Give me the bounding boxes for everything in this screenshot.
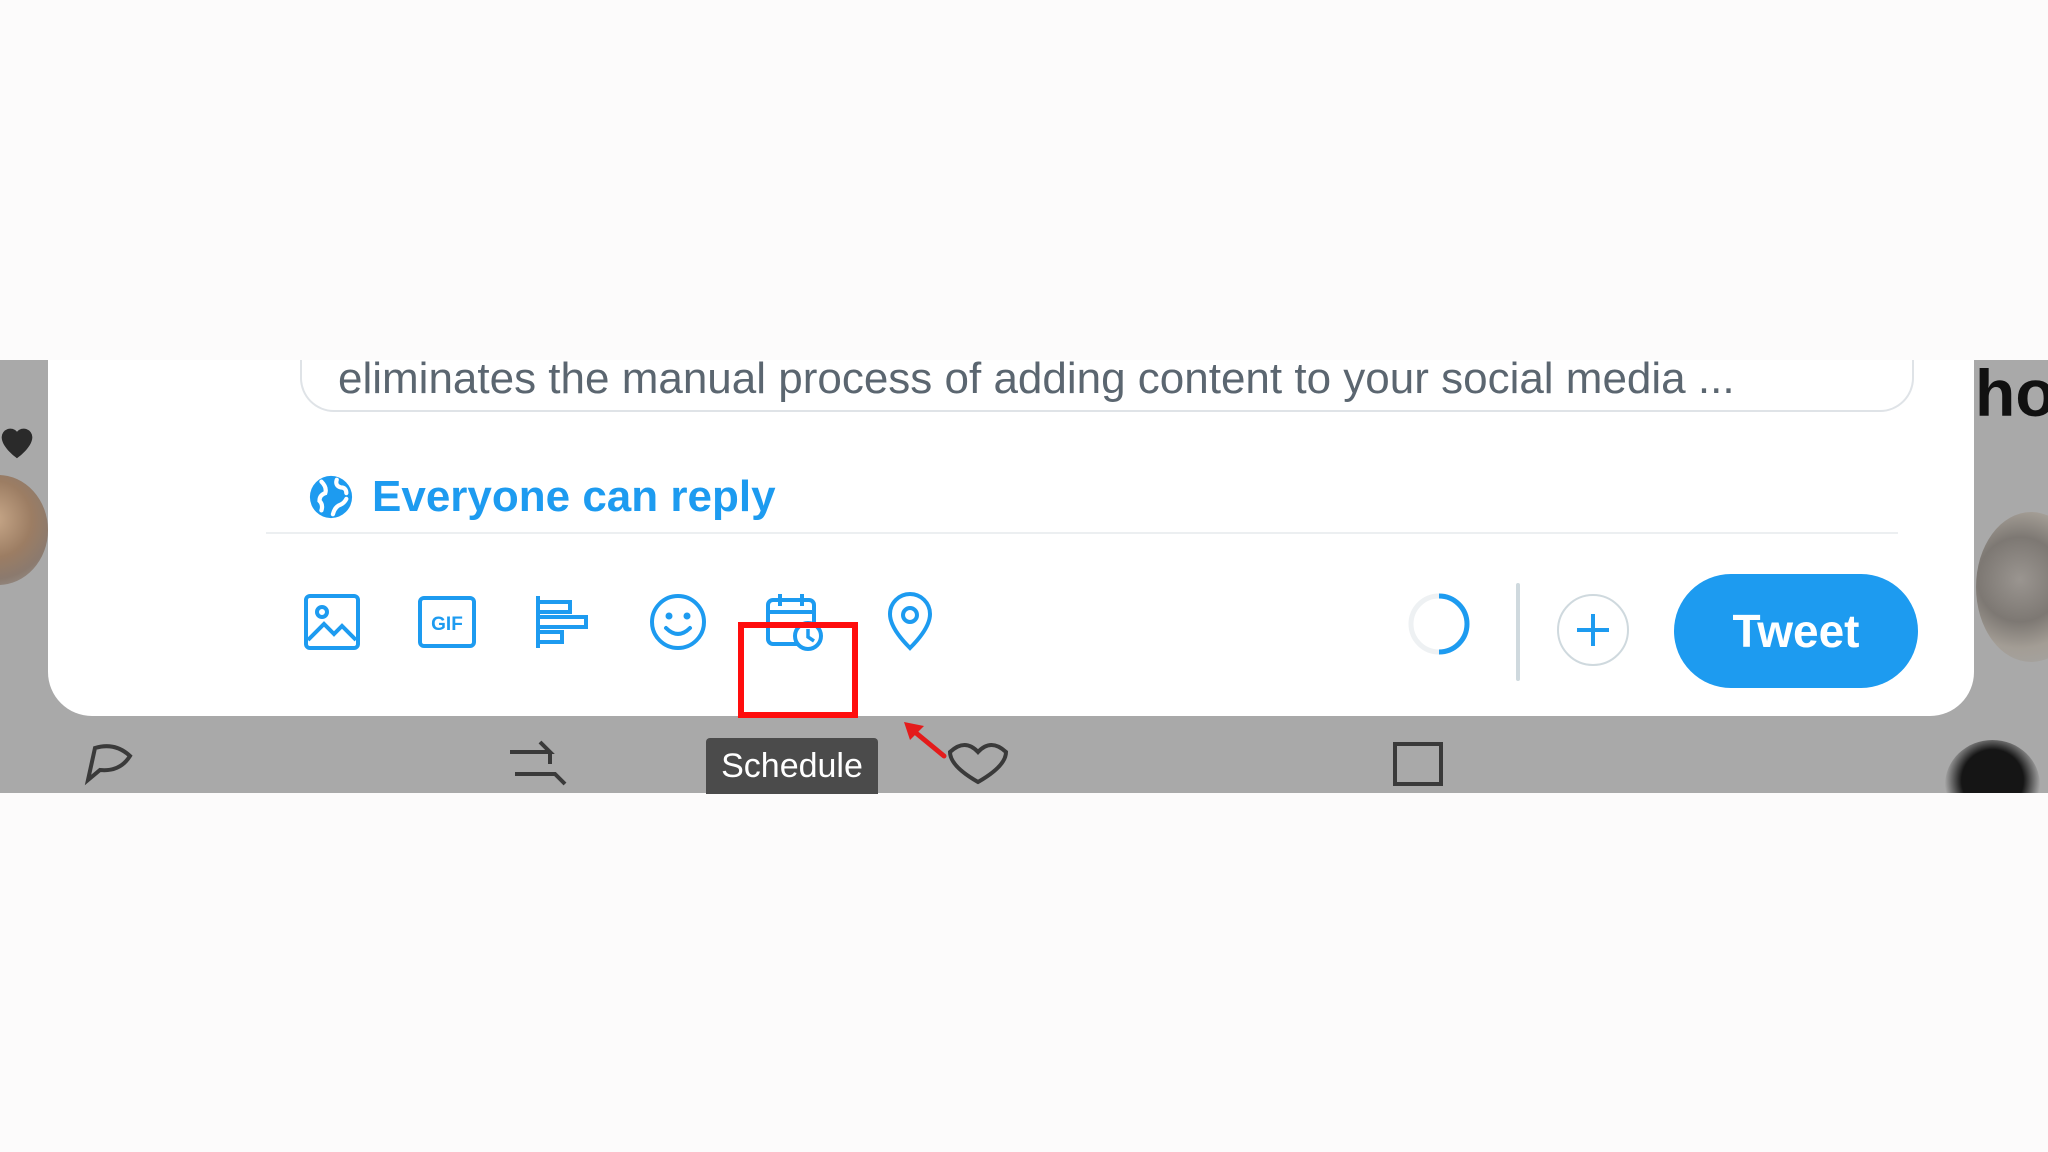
image-icon — [304, 594, 360, 650]
add-thread-button[interactable] — [1557, 594, 1629, 666]
gif-button[interactable]: GIF — [415, 590, 479, 654]
plus-icon — [1577, 614, 1609, 646]
annotation-arrow-icon — [904, 722, 947, 759]
link-preview-text: eliminates the manual process of adding … — [338, 360, 1735, 403]
gif-icon: GIF — [418, 596, 476, 648]
background-heading-fragment: ho — [1975, 360, 2048, 430]
screenshot-frame: ho eliminates the manual process of addi… — [0, 360, 2048, 793]
location-icon — [887, 592, 933, 651]
emoji-button[interactable] — [646, 590, 710, 654]
character-count-spinner — [1408, 593, 1470, 655]
poll-icon — [536, 596, 588, 648]
reply-setting-label: Everyone can reply — [372, 472, 776, 521]
compose-card: eliminates the manual process of adding … — [48, 360, 1974, 716]
heart-icon — [1, 428, 33, 459]
schedule-tooltip: Schedule — [706, 738, 878, 794]
background-avatar — [0, 475, 48, 585]
background-tweet-actions — [84, 740, 1443, 786]
background-avatar — [1945, 740, 2040, 793]
background-avatar — [1976, 512, 2048, 662]
toolbar-divider — [266, 532, 1898, 534]
reply-setting-button[interactable]: Everyone can reply — [308, 472, 776, 522]
emoji-icon — [650, 594, 706, 650]
media-button[interactable] — [300, 590, 364, 654]
schedule-highlight-box — [738, 622, 858, 718]
tweet-button[interactable]: Tweet — [1674, 574, 1918, 688]
location-button[interactable] — [878, 590, 942, 654]
globe-icon — [309, 475, 353, 519]
poll-button[interactable] — [530, 590, 594, 654]
svg-text:GIF: GIF — [431, 614, 463, 635]
toolbar-separator — [1516, 583, 1520, 681]
